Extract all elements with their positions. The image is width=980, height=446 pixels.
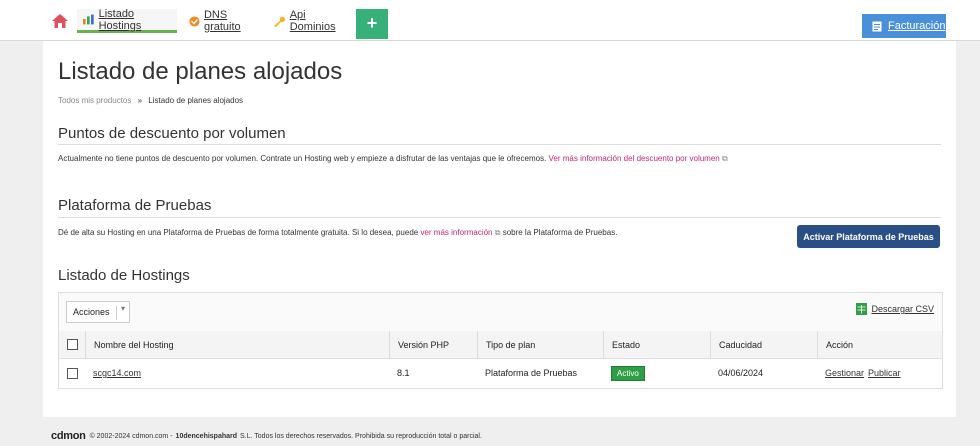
- invoice-icon: [872, 21, 882, 31]
- key-icon: [274, 16, 286, 27]
- spreadsheet-icon: [856, 303, 868, 315]
- pruebas-heading: Plataforma de Pruebas: [58, 197, 212, 214]
- status-badge: Activo: [611, 365, 645, 381]
- descargar-csv[interactable]: Descargar CSV: [856, 303, 934, 315]
- dropdown-separator: [116, 306, 117, 320]
- select-all-cell: [59, 331, 85, 358]
- acciones-label: Acciones: [73, 307, 110, 317]
- hosting-name-cell: scgc14.com: [85, 359, 389, 387]
- hosting-name-link[interactable]: scgc14.com: [93, 368, 141, 378]
- column-header[interactable]: Nombre del Hosting: [85, 331, 389, 358]
- tab-dns-gratuito[interactable]: DNS gratuito: [183, 9, 263, 33]
- hostings-table: Acciones ▾ Descargar CSV Nombre del Host…: [58, 292, 943, 389]
- page-title: Listado de planes alojados: [58, 58, 343, 85]
- tab-label-api-dominios[interactable]: Api Dominios: [290, 9, 344, 33]
- table-row: scgc14.com 8.1 Plataforma de Pruebas Act…: [59, 359, 942, 387]
- divider: [58, 217, 941, 218]
- column-header: Acción: [817, 331, 942, 358]
- column-header[interactable]: Caducidad: [710, 331, 817, 358]
- breadcrumb-separator: »: [137, 96, 143, 105]
- pruebas-text: Dé de alta su Hosting en una Plataforma …: [58, 228, 617, 238]
- copyright-text: © 2002-2024 cdmon.com -: [89, 432, 173, 440]
- breadcrumb-current: Listado de planes alojados: [148, 96, 244, 105]
- column-header[interactable]: Versión PHP: [389, 331, 477, 358]
- main-panel: Listado de planes alojados Todos mis pro…: [43, 41, 956, 417]
- external-link-icon: ⧉: [721, 154, 728, 163]
- divider: [58, 144, 941, 145]
- column-header[interactable]: Estado: [603, 331, 710, 358]
- descargar-csv-link[interactable]: Descargar CSV: [871, 304, 934, 314]
- row-select-cell: [59, 359, 85, 387]
- descuento-description: Actualmente no tiene puntos de descuento…: [58, 154, 547, 163]
- pruebas-description-end: sobre la Plataforma de Pruebas.: [502, 228, 618, 237]
- facturacion-label[interactable]: Facturación: [888, 20, 945, 32]
- home-icon[interactable]: [51, 13, 69, 29]
- row-checkbox[interactable]: [67, 367, 78, 379]
- tab-label-dns-gratuito[interactable]: DNS gratuito: [204, 9, 257, 33]
- acciones-dropdown[interactable]: Acciones ▾: [66, 301, 130, 323]
- cdmon-logo: cdmon: [51, 430, 86, 442]
- company-name: 10dencehispahard: [175, 432, 238, 440]
- dns-globe-icon: [189, 15, 200, 27]
- add-button[interactable]: +: [356, 9, 388, 39]
- breadcrumb: Todos mis productos » Listado de planes …: [58, 96, 243, 105]
- php-version: 8.1: [397, 368, 410, 378]
- chevron-down-icon: ▾: [121, 304, 126, 313]
- bar-chart-icon: [83, 14, 94, 25]
- rights-text: S.L. Todos los derechos reservados. Proh…: [240, 432, 482, 440]
- actions-cell: Gestionar Publicar: [817, 359, 942, 387]
- descuento-info-link[interactable]: Ver más información del descuento por vo…: [549, 154, 720, 163]
- descuento-text: Actualmente no tiene puntos de descuento…: [58, 154, 728, 164]
- tab-listado-hostings[interactable]: Listado Hostings: [77, 8, 177, 33]
- activar-plataforma-button[interactable]: Activar Plataforma de Pruebas: [797, 225, 940, 248]
- pruebas-description: Dé de alta su Hosting en una Plataforma …: [58, 228, 419, 237]
- hostings-heading: Listado de Hostings: [58, 267, 190, 284]
- plan-type: Plataforma de Pruebas: [485, 368, 578, 378]
- expiry-date: 04/06/2024: [718, 368, 764, 378]
- footer: cdmon © 2002-2024 cdmon.com - 10dencehis…: [51, 430, 482, 442]
- gestionar-link[interactable]: Gestionar: [825, 368, 864, 378]
- descuento-heading: Puntos de descuento por volumen: [58, 125, 286, 142]
- facturacion-button[interactable]: Facturación: [862, 14, 946, 38]
- breadcrumb-root-link[interactable]: Todos mis productos: [58, 96, 131, 105]
- top-navigation: Listado Hostings DNS gratuito Api Domini…: [0, 0, 980, 41]
- status-cell: Activo: [603, 359, 710, 387]
- select-all-checkbox[interactable]: [67, 339, 78, 350]
- tab-label-listado-hostings[interactable]: Listado Hostings: [99, 8, 171, 32]
- column-header[interactable]: Tipo de plan: [477, 331, 603, 358]
- external-link-icon: ⧉: [494, 228, 501, 237]
- pruebas-info-link[interactable]: ver más información: [420, 228, 492, 237]
- table-header: Nombre del Hosting Versión PHP Tipo de p…: [59, 331, 942, 359]
- table-toolbar: Acciones ▾ Descargar CSV: [59, 293, 942, 332]
- publicar-link[interactable]: Publicar: [868, 368, 901, 378]
- tab-api-dominios[interactable]: Api Dominios: [268, 9, 350, 33]
